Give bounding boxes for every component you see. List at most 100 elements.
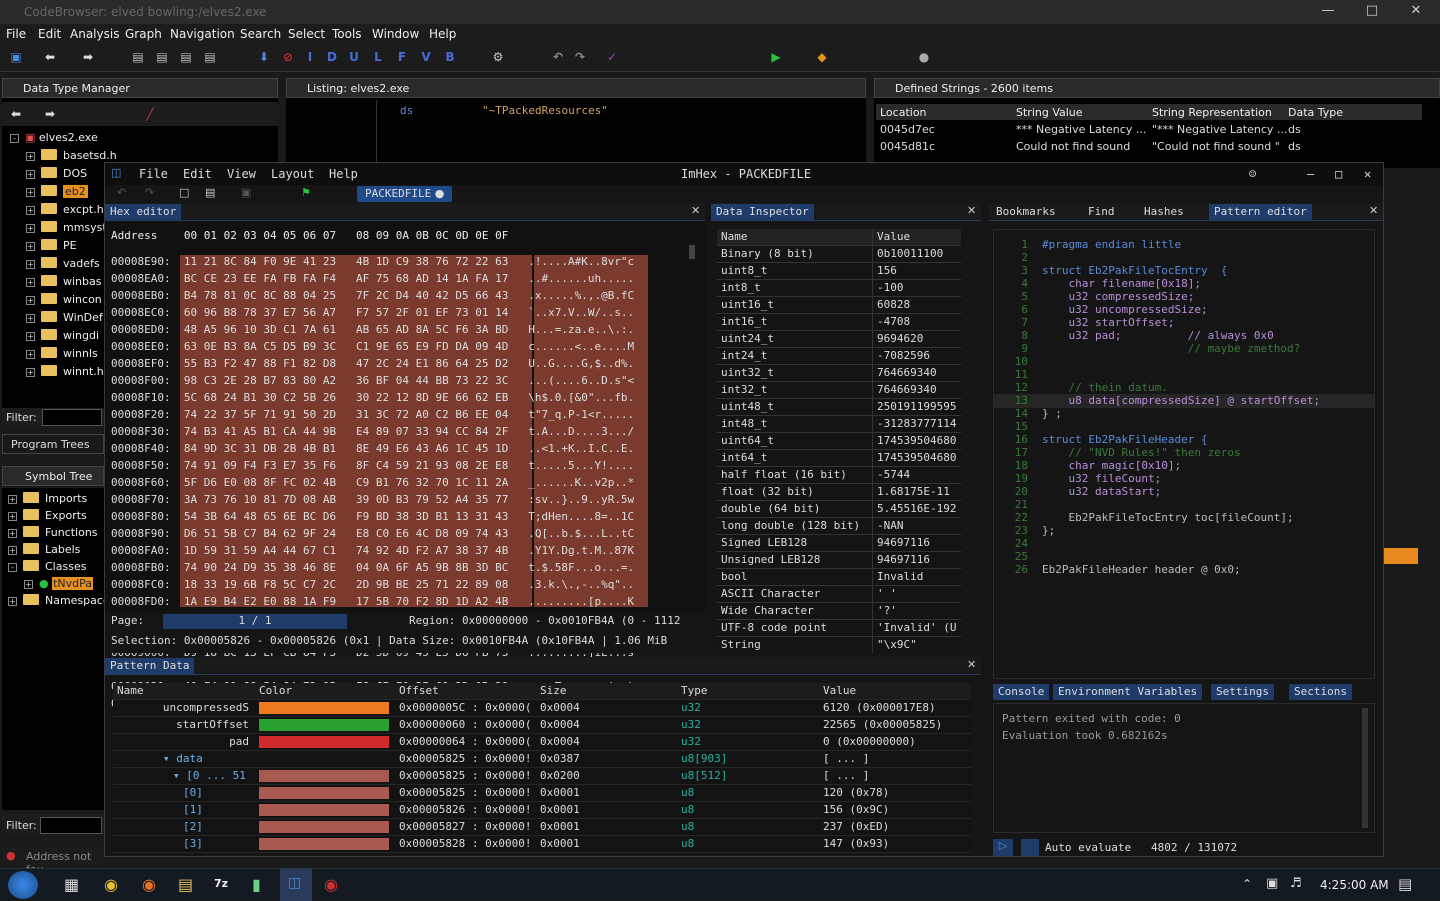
- tree-item[interactable]: + winbas: [26, 273, 101, 291]
- menu-view[interactable]: View: [227, 167, 256, 181]
- inspector-row[interactable]: Wide Character '?': [717, 603, 961, 620]
- inspector-row[interactable]: long double (128 bit) -NAN: [717, 518, 961, 535]
- 7zip-icon[interactable]: 7z: [214, 877, 228, 890]
- i-icon[interactable]: I: [302, 49, 318, 65]
- inspector-row[interactable]: double (64 bit) 5.45516E-192: [717, 501, 961, 518]
- tree-item[interactable]: + Namespaces: [8, 592, 115, 610]
- b-icon[interactable]: B: [442, 49, 458, 65]
- hex-row[interactable]: 00008EB0: B4 78 81 0C 8C 88 04 25 7F 2C …: [111, 289, 634, 306]
- hex-row[interactable]: 00008F30: 74 B3 41 A5 B1 CA 44 9B E4 89 …: [111, 425, 634, 442]
- inspector-row[interactable]: bool Invalid: [717, 569, 961, 586]
- listing-view[interactable]: ds "~TPackedResources": [286, 100, 866, 168]
- filter-icon[interactable]: ╱: [142, 106, 158, 122]
- tab-data-inspector[interactable]: Data Inspector: [711, 204, 814, 220]
- maximize-button[interactable]: □: [1350, 0, 1394, 22]
- pattern-code-editor[interactable]: 1 #pragma endian little 2 3 struct Eb2PakFil…: [993, 229, 1375, 679]
- menu-edit[interactable]: Edit: [183, 167, 212, 181]
- close-button[interactable]: ✕: [1364, 167, 1371, 181]
- pattern-row[interactable]: startOffset 0x00000060 : 0x0000(0x0004 u32…: [113, 717, 971, 734]
- hex-row[interactable]: 00008F70: 3A 73 76 10 81 7D 08 AB 39 0D …: [111, 493, 634, 510]
- hex-row[interactable]: 00008F90: D6 51 5B C7 B4 62 9F 24 E8 C0 …: [111, 527, 634, 544]
- tab-hex-editor[interactable]: Hex editor: [105, 204, 182, 220]
- chrome-icon[interactable]: ◉: [104, 875, 118, 894]
- expand-icon[interactable]: +: [26, 170, 35, 179]
- tree-item[interactable]: + WinDef: [26, 309, 103, 327]
- hex-row[interactable]: 00008E90: 11 21 8C 84 F0 9E 41 23 4B 1D …: [111, 255, 634, 272]
- tab-hashes[interactable]: Hashes: [1139, 204, 1189, 220]
- tree-root[interactable]: - ▣ elves2.exe: [10, 129, 98, 147]
- close-icon[interactable]: ✕: [967, 658, 976, 671]
- pattern-row[interactable]: ▾ [0 ... 51 0x00005825 : 0x0000! 0x0200 u8[…: [113, 768, 971, 785]
- tree-item[interactable]: + winnls: [26, 345, 98, 363]
- run-pattern-button[interactable]: ▷: [993, 839, 1013, 856]
- menu-navigation[interactable]: Navigation: [170, 27, 235, 41]
- tree-item[interactable]: + wingdi: [26, 327, 99, 345]
- start-button[interactable]: [8, 871, 38, 899]
- tree-item[interactable]: + mmsyst: [26, 219, 107, 237]
- hex-row[interactable]: 00008EE0: 63 0E B3 8A C5 D5 B9 3C C1 9E …: [111, 340, 634, 357]
- volume-icon[interactable]: ♬: [1290, 876, 1302, 891]
- forward-icon[interactable]: ➡: [42, 106, 58, 122]
- collapse-icon[interactable]: -: [10, 134, 19, 143]
- expand-icon[interactable]: +: [26, 152, 35, 161]
- hex-row[interactable]: 00008F50: 74 91 09 F4 F3 E7 35 F6 8F C4 …: [111, 459, 634, 476]
- col-string-value[interactable]: String Value: [1016, 106, 1083, 119]
- explorer-icon[interactable]: ▤: [178, 875, 193, 894]
- hex-row[interactable]: 00008FB0: 74 90 24 D9 35 38 46 8E 04 0A …: [111, 561, 634, 578]
- hex-row[interactable]: 00008F00: 98 C3 2E 28 B7 83 80 A2 36 BF …: [111, 374, 634, 391]
- save-icon[interactable]: ▣: [8, 49, 24, 65]
- forward-icon[interactable]: ➡: [80, 49, 96, 65]
- expand-icon[interactable]: +: [8, 546, 17, 555]
- hex-row[interactable]: 00008FD0: 1A E9 B4 E2 E0 88 1A F9 17 5B …: [111, 595, 634, 612]
- new-file-icon[interactable]: □: [179, 186, 189, 199]
- redo-icon[interactable]: ↷: [572, 49, 588, 65]
- d-icon[interactable]: D: [324, 49, 340, 65]
- col-name[interactable]: Name: [117, 684, 144, 697]
- inspector-row[interactable]: float (32 bit) 1.68175E-11: [717, 484, 961, 501]
- page-icon[interactable]: ▤: [154, 49, 170, 65]
- l-icon[interactable]: L: [370, 49, 386, 65]
- file-tab[interactable]: PACKEDFILE ●: [357, 186, 453, 202]
- tree-item[interactable]: + wincon: [26, 291, 102, 309]
- page-icon[interactable]: ▤: [130, 49, 146, 65]
- tab-settings[interactable]: Settings: [1211, 684, 1274, 700]
- stop-icon[interactable]: ⊘: [280, 49, 296, 65]
- f-icon[interactable]: F: [394, 49, 410, 65]
- expand-icon[interactable]: +: [26, 332, 35, 341]
- filter-input[interactable]: [40, 817, 102, 834]
- pattern-row[interactable]: uncompressedS 0x0000005C : 0x0000(0x0004 u…: [113, 700, 971, 717]
- close-button[interactable]: ✕: [1394, 0, 1438, 22]
- table-row[interactable]: 0045d7ec *** Negative Latency ... "*** N…: [876, 122, 1422, 138]
- hex-row[interactable]: 00008ED0: 48 A5 96 10 3D C1 7A 61 AB 65 …: [111, 323, 634, 340]
- hex-row[interactable]: 00008F40: 84 9D 3C 31 DB 2B 4B B1 8E 49 …: [111, 442, 634, 459]
- undo-icon[interactable]: ↶: [117, 186, 126, 199]
- col-offset[interactable]: Offset: [399, 684, 439, 697]
- tab-env-vars[interactable]: Environment Variables: [1053, 684, 1203, 700]
- inspector-row[interactable]: int48_t -31283777114: [717, 416, 961, 433]
- menu-graph[interactable]: Graph: [125, 27, 162, 41]
- notifications-icon[interactable]: ▤: [1398, 875, 1412, 893]
- imhex-task-button[interactable]: ◫: [280, 869, 312, 901]
- collapse-icon[interactable]: -: [8, 563, 17, 572]
- menu-select[interactable]: Select: [288, 27, 325, 41]
- tab-pattern-data[interactable]: Pattern Data: [105, 658, 195, 674]
- arrow-down-icon[interactable]: ⬇: [256, 49, 272, 65]
- inspector-row[interactable]: Signed LEB128 94697116: [717, 535, 961, 552]
- bookmark-icon[interactable]: ⚑: [301, 186, 311, 199]
- col-value[interactable]: Value: [823, 684, 856, 697]
- inspector-row[interactable]: Binary (8 bit) 0b10011100: [717, 246, 961, 263]
- tool-icon[interactable]: ⚙: [490, 49, 506, 65]
- menu-help[interactable]: Help: [329, 167, 358, 181]
- hex-editor[interactable]: Address 00 01 02 03 04 05 06 07 08 09 0A…: [105, 221, 705, 710]
- tree-item[interactable]: + winnt.h: [26, 363, 104, 381]
- tab-bookmarks[interactable]: Bookmarks: [991, 204, 1061, 220]
- back-icon[interactable]: ⬅: [8, 106, 24, 122]
- col-size[interactable]: Size: [540, 684, 567, 697]
- minimize-button[interactable]: —: [1306, 0, 1350, 22]
- expand-icon[interactable]: +: [8, 512, 17, 521]
- expand-icon[interactable]: +: [26, 314, 35, 323]
- u-icon[interactable]: U: [346, 49, 362, 65]
- inspector-row[interactable]: int32_t 764669340: [717, 382, 961, 399]
- chat-icon[interactable]: ●: [916, 49, 932, 65]
- expand-icon[interactable]: +: [26, 224, 35, 233]
